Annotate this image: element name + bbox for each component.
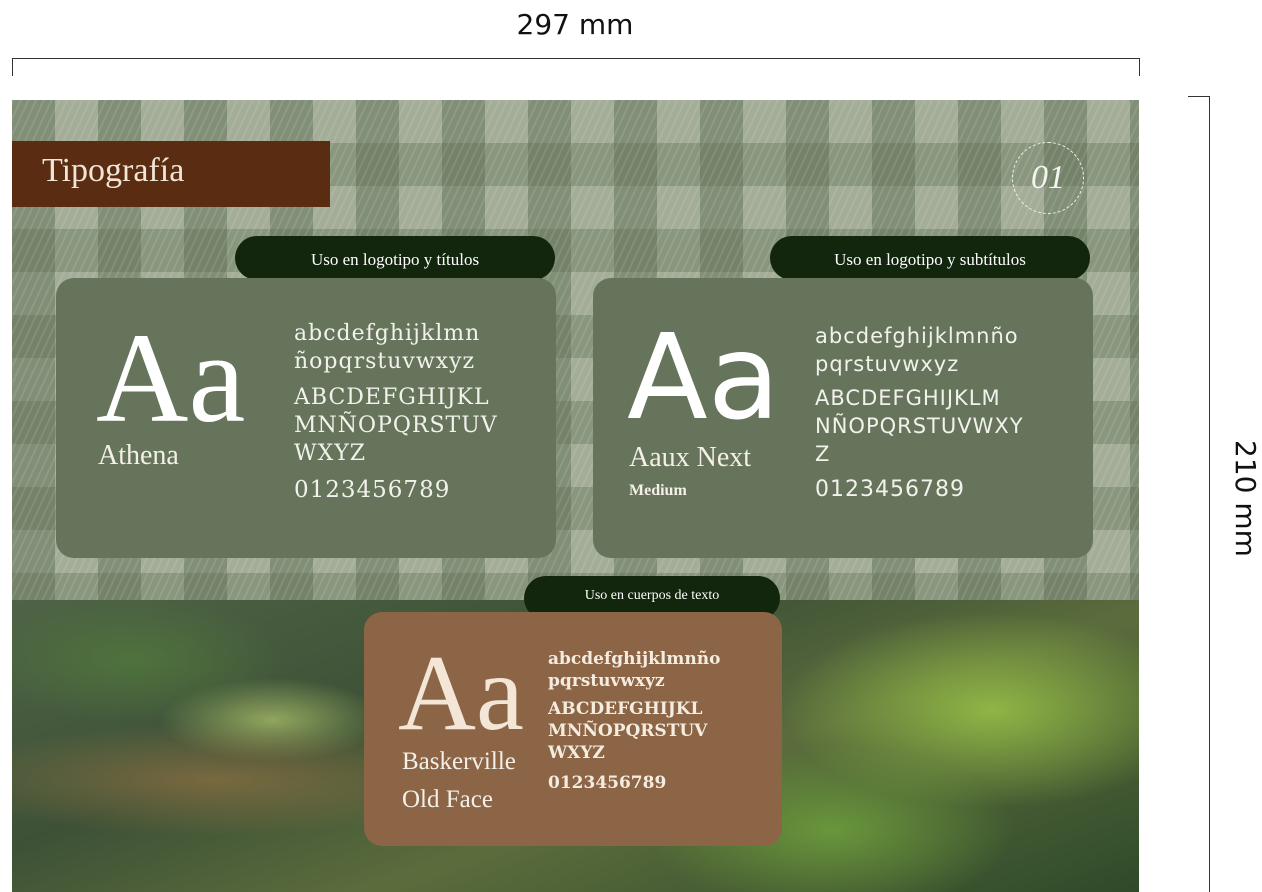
uppercase-line-2: MNÑOPQRSTUV [294,413,498,438]
uppercase-line-2: NÑOPQRSTUVWXY [815,414,1024,438]
usage-pill-athena: Uso en logotipo y títulos [235,236,555,280]
page-title: Tipografía [42,152,185,189]
digits-line: 0123456789 [815,477,965,502]
lowercase-line-2: ñopqrstuvwxyz [294,349,476,374]
font-card-baskerville: Aa Baskerville Old Face abcdefghijklmnño… [364,612,782,846]
charset-baskerville: abcdefghijklmnño pqrstuvwxyz ABCDEFGHIJK… [548,648,720,794]
font-name-aaux: Aaux Next [629,442,752,473]
lowercase-line-1: abcdefghijklmnño [548,649,721,669]
lowercase-line-1: abcdefghijklmnño [815,324,1019,348]
uppercase-line-1: ABCDEFGHIJKL [548,699,703,719]
font-name-baskerville-line2: Old Face [402,786,493,813]
uppercase-line-3: WXYZ [548,743,605,763]
font-name-athena: Athena [98,440,179,471]
page-number: 01 [1031,159,1065,196]
width-dimension-line [12,58,1140,76]
font-name-baskerville: Baskerville [402,748,516,775]
lowercase-line-2: pqrstuvwxyz [815,352,960,376]
lowercase-line-2: pqrstuvwxyz [548,671,665,691]
height-dimension-line [1188,96,1210,892]
digits-line: 0123456789 [294,477,451,503]
font-weight-aaux: Medium [629,482,687,499]
sample-glyph-aaux: Aa [627,308,781,446]
sample-glyph-athena: Aa [96,307,246,449]
page-number-badge: 01 [1012,142,1084,214]
uppercase-line-1: ABCDEFGHIJKLM [815,386,1001,410]
width-dimension-label: 297 mm [516,8,634,41]
charset-aaux: abcdefghijklmnño pqrstuvwxyz ABCDEFGHIJK… [815,322,1024,504]
lowercase-line-1: abcdefghijklmn [294,321,481,346]
digits-line: 0123456789 [548,773,667,793]
typography-sheet: Tipografía 01 Uso en logotipo y títulos … [12,100,1139,892]
sample-glyph-baskerville: Aa [398,634,524,753]
uppercase-line-2: MNÑOPQRSTUV [548,721,708,741]
charset-athena: abcdefghijklmn ñopqrstuvwxyz ABCDEFGHIJK… [294,320,498,504]
usage-pill-aaux: Uso en logotipo y subtítulos [770,236,1090,280]
height-dimension-label: 210 mm [1229,440,1262,557]
font-card-aaux: Aa Aaux Next Medium abcdefghijklmnño pqr… [593,278,1093,558]
font-card-athena: Aa Athena abcdefghijklmn ñopqrstuvwxyz A… [56,278,556,558]
uppercase-line-1: ABCDEFGHIJKL [294,385,490,410]
uppercase-line-3: WXYZ [294,441,367,466]
uppercase-line-3: Z [815,442,831,466]
